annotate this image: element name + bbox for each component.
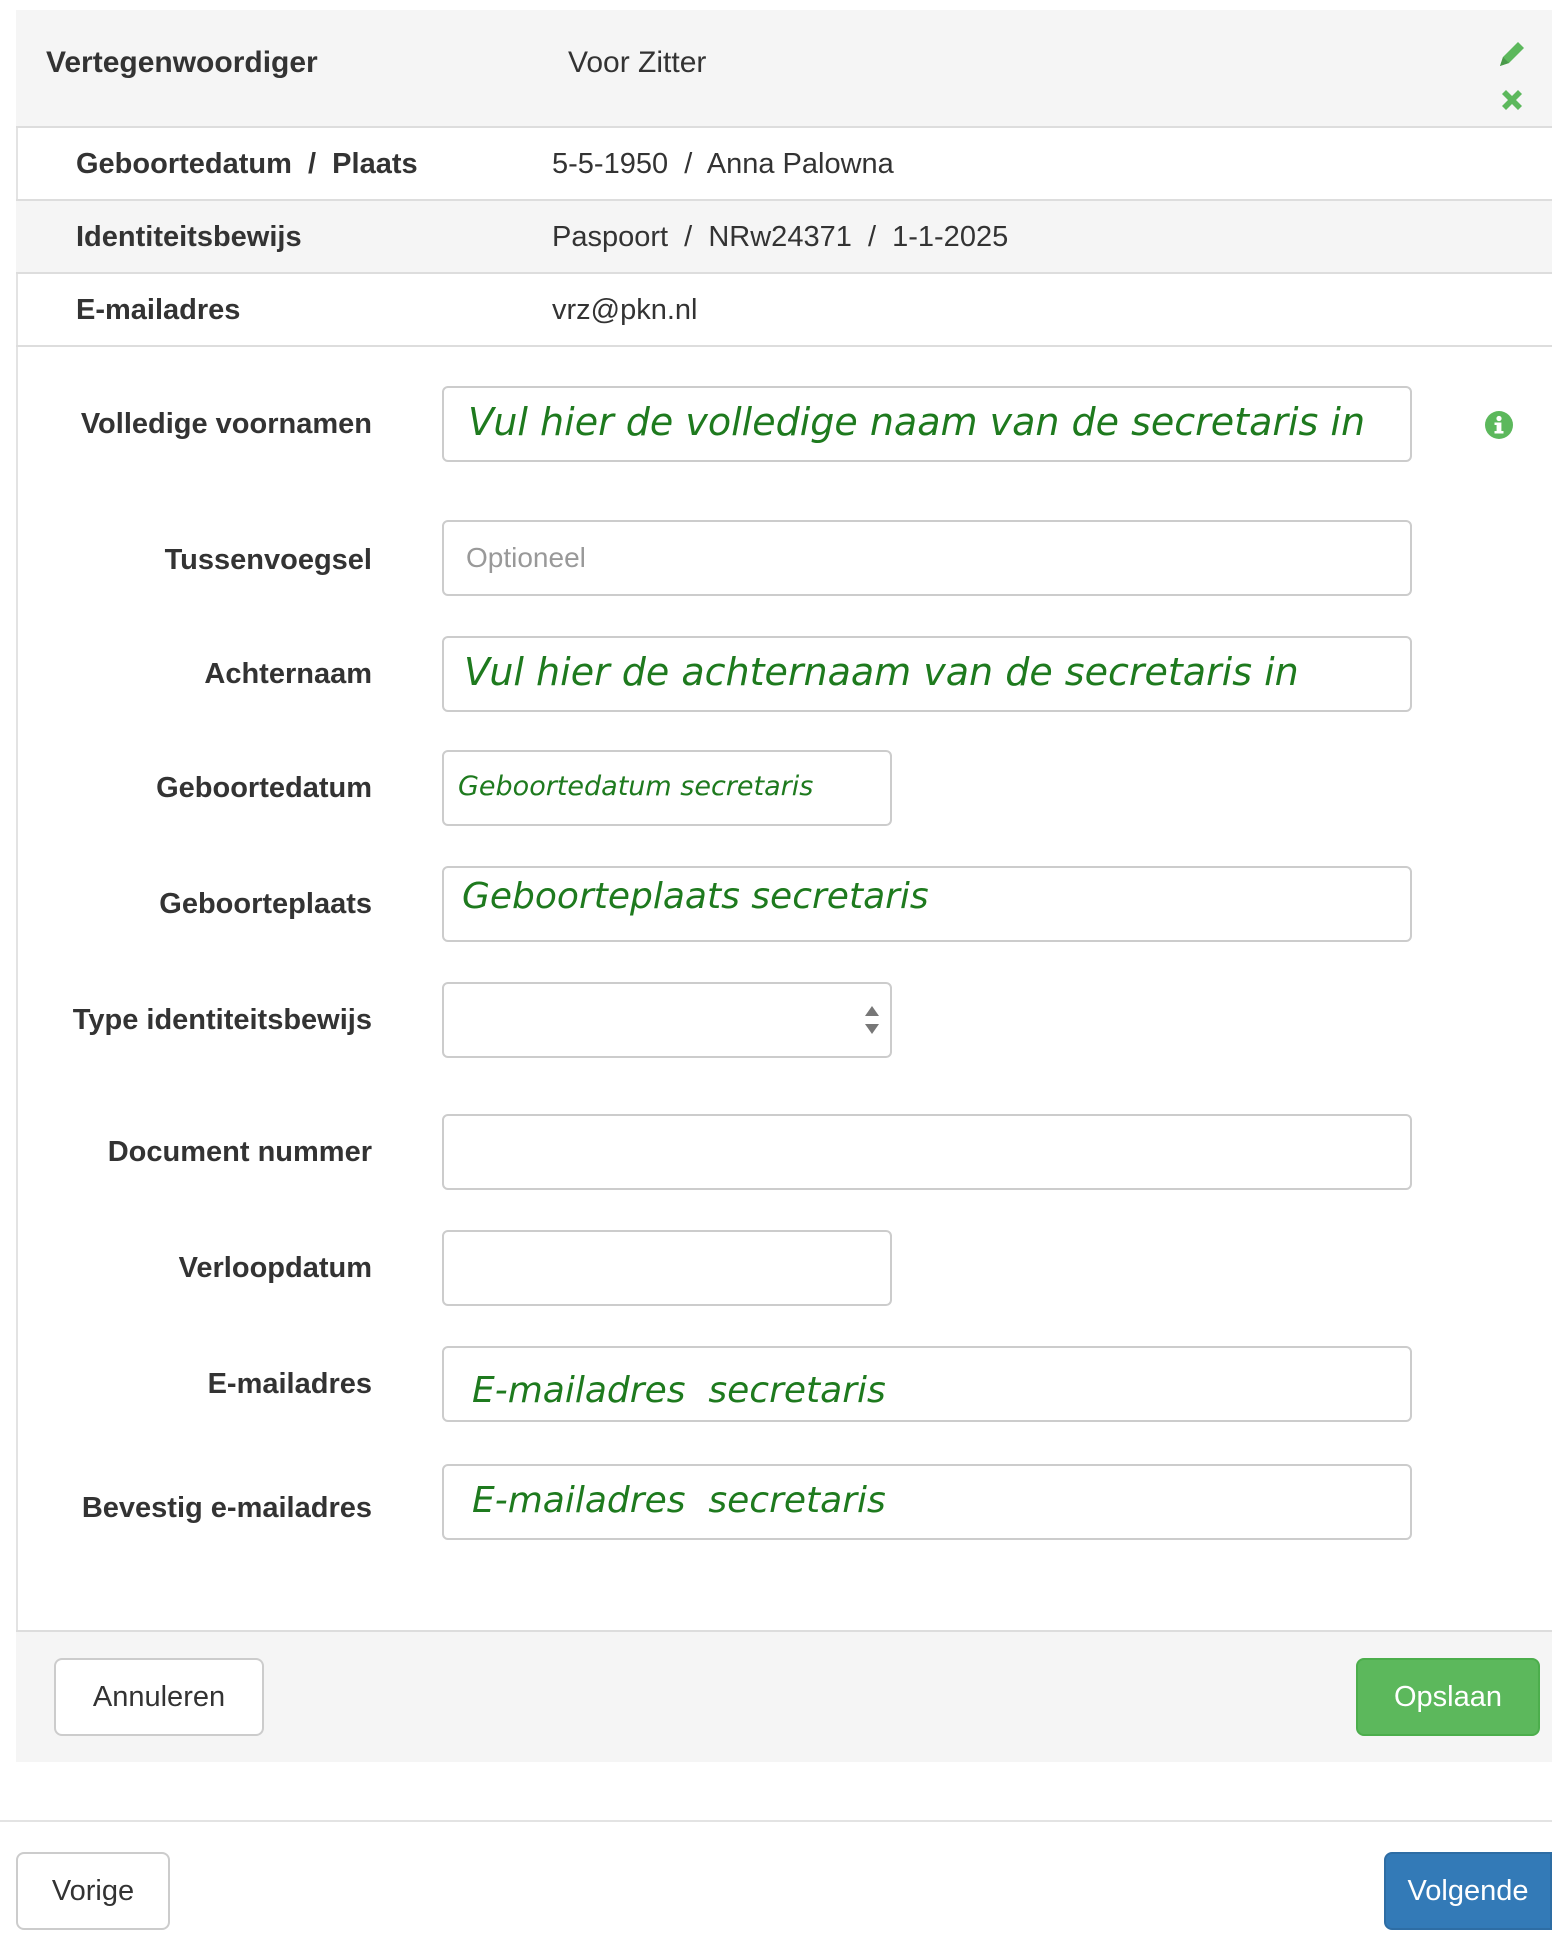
info-circle-icon bbox=[1485, 411, 1513, 439]
infix-label: Tussenvoegsel bbox=[164, 544, 372, 576]
infix-input[interactable] bbox=[442, 520, 1412, 596]
last-name-label: Achternaam bbox=[204, 658, 372, 690]
birth-place-input[interactable] bbox=[442, 866, 1412, 942]
email-label: E-mailadres bbox=[207, 1368, 372, 1400]
email-confirm-label: Bevestig e-mailadres bbox=[81, 1492, 372, 1524]
divider bbox=[0, 1820, 1552, 1822]
representative-header: Vertegenwoordiger Voor Zitter bbox=[16, 10, 1552, 128]
save-button[interactable]: Opslaan bbox=[1356, 1658, 1540, 1736]
detail-key: Identiteitsbewijs bbox=[76, 221, 302, 253]
detail-value: vrz@pkn.nl bbox=[552, 294, 698, 326]
cancel-button[interactable]: Annuleren bbox=[54, 1658, 264, 1736]
panel-footer: Annuleren Opslaan bbox=[16, 1630, 1552, 1762]
birth-place-label: Geboorteplaats bbox=[159, 888, 372, 920]
expiry-date-label: Verloopdatum bbox=[178, 1252, 372, 1284]
detail-key: E-mailadres bbox=[76, 294, 241, 326]
previous-button[interactable]: Vorige bbox=[16, 1852, 170, 1930]
detail-row-email: E-mailadres vrz@pkn.nl bbox=[16, 274, 1552, 347]
birth-date-input[interactable] bbox=[442, 750, 892, 826]
id-type-select[interactable] bbox=[442, 982, 892, 1058]
detail-key: Geboortedatum / Plaats bbox=[76, 148, 418, 180]
document-number-input[interactable] bbox=[442, 1114, 1412, 1190]
first-names-input[interactable] bbox=[442, 386, 1412, 462]
detail-value: 5-5-1950 / Anna Palowna bbox=[552, 148, 894, 180]
id-type-label: Type identiteitsbewijs bbox=[72, 1004, 372, 1036]
last-name-input[interactable] bbox=[442, 636, 1412, 712]
next-button[interactable]: Volgende bbox=[1384, 1852, 1552, 1930]
detail-value: Paspoort / NRw24371 / 1-1-2025 bbox=[552, 221, 1009, 253]
email-confirm-input[interactable] bbox=[442, 1464, 1412, 1540]
email-input[interactable] bbox=[442, 1346, 1412, 1422]
pencil-icon[interactable] bbox=[1494, 36, 1530, 72]
representative-label: Vertegenwoordiger bbox=[46, 46, 318, 79]
expiry-date-input[interactable] bbox=[442, 1230, 892, 1306]
birth-date-label: Geboortedatum bbox=[156, 772, 372, 804]
document-number-label: Document nummer bbox=[107, 1136, 372, 1168]
detail-row-birth: Geboortedatum / Plaats 5-5-1950 / Anna P… bbox=[16, 128, 1552, 201]
first-names-label: Volledige voornamen bbox=[80, 408, 372, 440]
times-icon[interactable] bbox=[1496, 84, 1528, 116]
representative-name: Voor Zitter bbox=[568, 46, 707, 79]
detail-row-id: Identiteitsbewijs Paspoort / NRw24371 / … bbox=[16, 201, 1552, 274]
